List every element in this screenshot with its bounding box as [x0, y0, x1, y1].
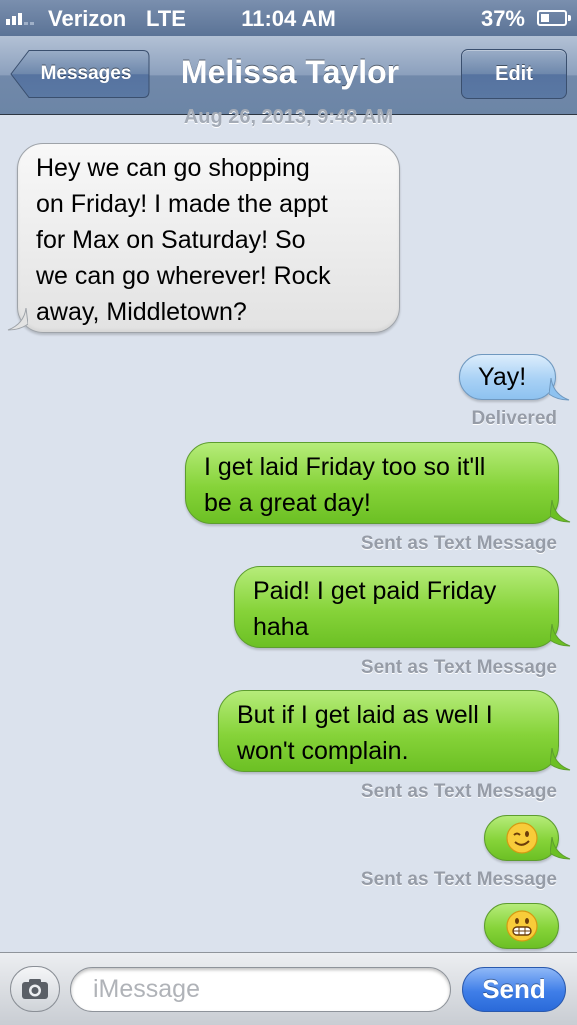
message-line: Yay!: [478, 363, 527, 391]
grimacing-face-emoji-icon: [506, 910, 538, 942]
message-line: But if I get laid as well I: [237, 701, 493, 729]
imessage-text-field[interactable]: iMessage: [70, 967, 451, 1012]
send-button[interactable]: Send: [462, 967, 566, 1012]
bubble-tail-icon: [7, 308, 28, 331]
bubble-tail-icon: [549, 378, 570, 401]
bubble-tail-icon: [550, 837, 571, 860]
outgoing-sms-bubble[interactable]: Paid! I get paid Friday haha: [234, 566, 559, 648]
message-line: be a great day!: [204, 489, 371, 517]
contact-name-title: Melissa Taylor: [180, 54, 400, 90]
edit-button[interactable]: Edit: [461, 49, 567, 99]
delivery-status: Sent as Text Message: [360, 781, 557, 802]
message-line: won't complain.: [237, 737, 409, 765]
navigation-bar: Messages Melissa Taylor Edit: [0, 36, 577, 115]
incoming-message-bubble[interactable]: Hey we can go shopping on Friday! I made…: [17, 143, 400, 333]
outgoing-sms-bubble[interactable]: But if I get laid as well I won't compla…: [218, 690, 559, 772]
bubble-tail-icon: [550, 500, 571, 523]
message-line: for Max on Saturday! So: [36, 226, 306, 254]
message-line: away, Middletown?: [36, 298, 247, 326]
message-line: on Friday! I made the appt: [36, 190, 328, 218]
back-button[interactable]: Messages: [10, 49, 150, 99]
delivery-status: Sent as Text Message: [360, 657, 557, 678]
message-line: Hey we can go shopping: [36, 154, 310, 182]
battery-percentage: 37%: [480, 6, 525, 31]
outgoing-sms-bubble[interactable]: I get laid Friday too so it'll be a grea…: [185, 442, 559, 524]
bubble-tail-icon: [550, 624, 571, 647]
message-line: haha: [253, 613, 309, 641]
message-line: Paid! I get paid Friday: [253, 577, 497, 605]
back-button-label: Messages: [40, 63, 132, 84]
camera-icon: [22, 979, 48, 999]
message-line: I get laid Friday too so it'll: [204, 453, 486, 481]
delivery-status: Delivered: [471, 408, 557, 429]
outgoing-sms-bubble[interactable]: [484, 815, 559, 861]
outgoing-imessage-bubble[interactable]: Yay!: [459, 354, 556, 400]
bubble-tail-icon: [550, 748, 571, 771]
winking-face-emoji-icon: [506, 822, 538, 854]
date-timestamp: Aug 26, 2013, 9:48 AM: [183, 106, 394, 128]
battery-icon: [537, 10, 571, 26]
delivery-status: Sent as Text Message: [360, 869, 557, 890]
delivery-status: Sent as Text Message: [360, 533, 557, 554]
message-input-bar: iMessage Send: [0, 952, 577, 1025]
outgoing-sms-bubble[interactable]: [484, 903, 559, 949]
camera-button[interactable]: [10, 966, 60, 1012]
status-bar: Verizon LTE 11:04 AM 37%: [0, 0, 577, 36]
message-line: we can go wherever! Rock: [36, 262, 331, 290]
